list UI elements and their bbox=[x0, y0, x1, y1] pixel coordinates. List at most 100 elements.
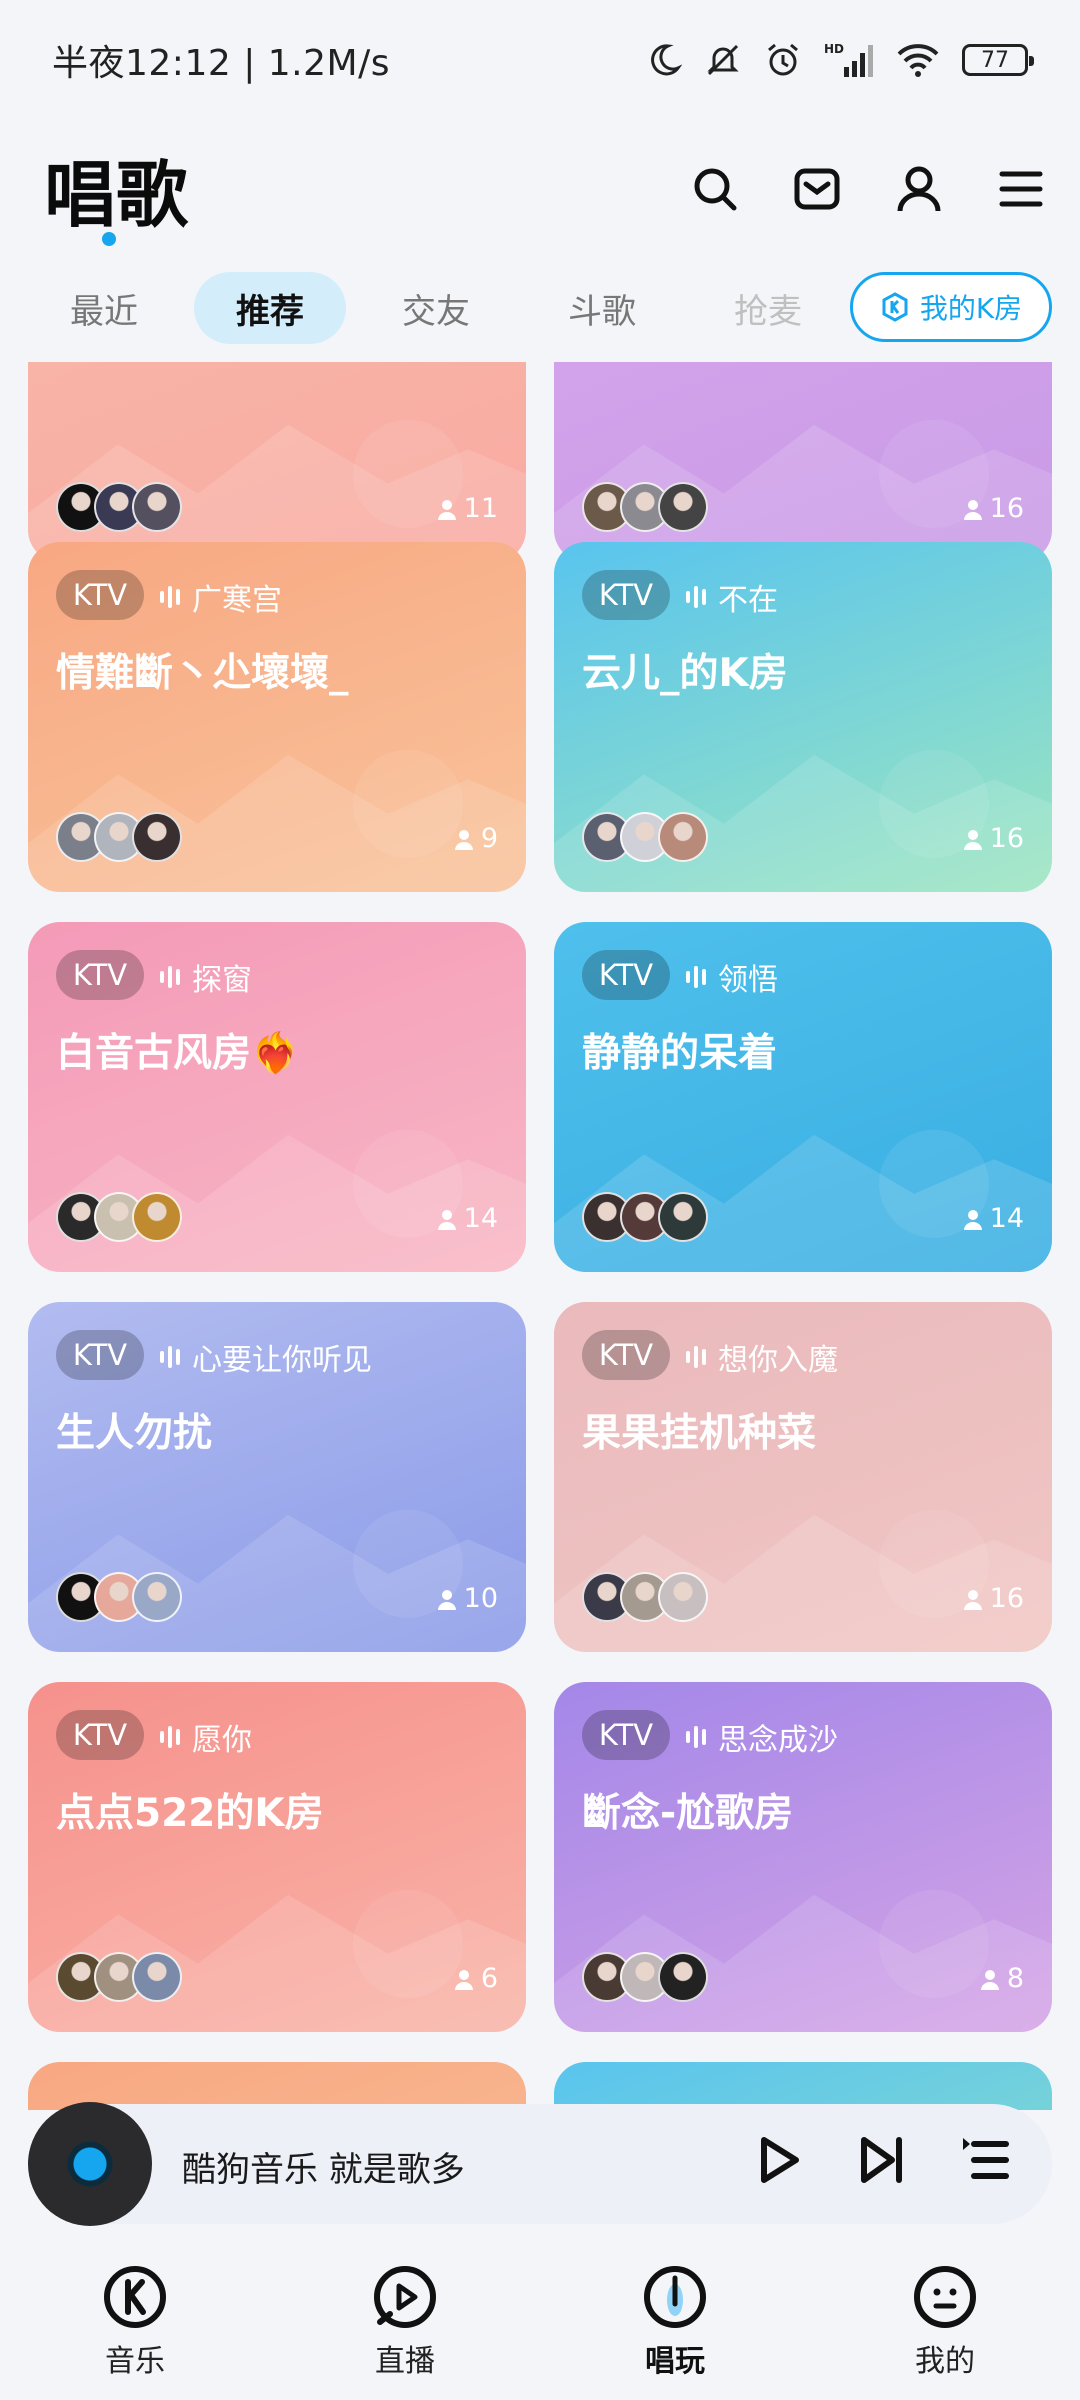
avatar bbox=[658, 482, 708, 532]
header-actions bbox=[690, 164, 1046, 214]
next-track-icon[interactable] bbox=[856, 2134, 908, 2186]
avatar bbox=[658, 1572, 708, 1622]
member-avatars bbox=[56, 1192, 182, 1242]
room-card[interactable]: KTV 探窗 白音古风房❤️‍🔥 14 bbox=[28, 922, 526, 1272]
battery-level: 77 bbox=[981, 47, 1009, 73]
album-disc[interactable] bbox=[28, 2102, 152, 2226]
svg-text:HD: HD bbox=[824, 42, 844, 56]
room-host-name: 心要让你听见 bbox=[192, 1343, 372, 1378]
member-count-value: 16 bbox=[989, 823, 1024, 854]
room-host: 广寒宫 bbox=[160, 575, 282, 619]
nav-me-label: 我的 bbox=[915, 2344, 975, 2379]
room-host: 心要让你听见 bbox=[160, 1335, 372, 1379]
member-count-value: 16 bbox=[989, 1583, 1024, 1614]
room-host-name: 愿你 bbox=[192, 1723, 252, 1758]
tab-grab-mic[interactable]: 抢麦 bbox=[692, 272, 844, 344]
live-icon bbox=[374, 2266, 436, 2328]
ktv-badge: KTV bbox=[56, 1710, 144, 1760]
room-card[interactable]: 11 bbox=[28, 362, 526, 562]
player-title: 酷狗音乐 就是歌多 bbox=[182, 2150, 465, 2190]
member-count: 9 bbox=[453, 823, 498, 854]
room-host-name: 广寒宫 bbox=[192, 583, 282, 618]
member-avatars bbox=[56, 1952, 182, 2002]
member-count: 11 bbox=[436, 493, 498, 524]
member-avatars bbox=[582, 482, 708, 532]
avatar bbox=[132, 1572, 182, 1622]
avatar bbox=[132, 1192, 182, 1242]
room-name: 果果挂机种菜 bbox=[582, 1411, 817, 1456]
avatar bbox=[658, 812, 708, 862]
audio-wave-icon bbox=[686, 1726, 706, 1748]
room-host-name: 想你入魔 bbox=[718, 1343, 838, 1378]
room-host: 探窗 bbox=[160, 955, 252, 999]
tab-battle[interactable]: 斗歌 bbox=[526, 272, 678, 344]
mini-player[interactable]: 酷狗音乐 就是歌多 bbox=[28, 2102, 1052, 2226]
member-count-value: 16 bbox=[989, 493, 1024, 524]
me-icon bbox=[914, 2266, 976, 2328]
nav-me[interactable]: 我的 bbox=[845, 2264, 1045, 2380]
user-icon[interactable] bbox=[894, 164, 944, 214]
moon-icon bbox=[651, 44, 682, 76]
room-name: 斷念-尬歌房 bbox=[582, 1791, 794, 1836]
nav-music-label: 音乐 bbox=[105, 2344, 165, 2379]
audio-wave-icon bbox=[686, 1346, 706, 1368]
room-name: 静静的呆着 bbox=[582, 1031, 778, 1076]
avatar bbox=[132, 812, 182, 862]
room-name: 生人勿扰 bbox=[56, 1411, 213, 1456]
battery-icon: 77 bbox=[962, 44, 1034, 76]
playlist-icon[interactable] bbox=[960, 2134, 1012, 2186]
nav-live[interactable]: 直播 bbox=[305, 2264, 505, 2380]
room-card[interactable]: KTV 思念成沙 斷念-尬歌房 8 bbox=[554, 1682, 1052, 2032]
room-card[interactable]: KTV 愿你点点522的K房 6 bbox=[28, 1682, 526, 2032]
tab-friends[interactable]: 交友 bbox=[360, 272, 512, 344]
player-controls bbox=[752, 2134, 1012, 2186]
tab-recommended[interactable]: 推荐 bbox=[194, 272, 346, 344]
room-card[interactable]: KTV 心要让你听见 生人勿扰 10 bbox=[28, 1302, 526, 1652]
member-avatars bbox=[582, 1192, 708, 1242]
avatar bbox=[132, 482, 182, 532]
room-card[interactable]: KTV 想你入魔果果挂机种菜 16 bbox=[554, 1302, 1052, 1652]
member-avatars bbox=[582, 812, 708, 862]
room-card[interactable] bbox=[554, 2062, 1052, 2110]
ktv-badge: KTV bbox=[582, 1330, 670, 1380]
person-icon bbox=[454, 829, 473, 850]
menu-icon[interactable] bbox=[996, 164, 1046, 214]
ktv-badge: KTV bbox=[56, 950, 144, 1000]
member-avatars bbox=[56, 812, 182, 862]
room-host: 愿你 bbox=[160, 1715, 252, 1759]
person-icon bbox=[437, 499, 456, 520]
alarm-icon bbox=[768, 43, 798, 76]
room-host-name: 领悟 bbox=[718, 963, 778, 998]
audio-wave-icon bbox=[160, 586, 180, 608]
room-card[interactable]: KTV 广寒宫 情難斷丶尐壞壞_ 9 bbox=[28, 542, 526, 892]
mail-icon[interactable] bbox=[792, 164, 842, 214]
member-avatars bbox=[56, 1572, 182, 1622]
ktv-badge: KTV bbox=[56, 570, 144, 620]
member-count-value: 6 bbox=[480, 1963, 498, 1994]
room-card[interactable]: KTV 不在 云儿_的K房 16 bbox=[554, 542, 1052, 892]
category-tabs: 最近 推荐 交友 斗歌 抢麦 我的K房 bbox=[0, 268, 1080, 348]
play-icon[interactable] bbox=[752, 2134, 804, 2186]
nav-sing[interactable]: 唱玩 bbox=[575, 2264, 775, 2380]
nav-music[interactable]: 音乐 bbox=[35, 2264, 235, 2380]
tab-recent[interactable]: 最近 bbox=[28, 272, 180, 344]
room-card[interactable]: KTV 领悟 静静的呆着 14 bbox=[554, 922, 1052, 1272]
room-name: 点点522的K房 bbox=[56, 1791, 324, 1836]
member-count: 6 bbox=[453, 1963, 498, 1994]
ktv-badge: KTV bbox=[582, 1710, 670, 1760]
bottom-nav: 音乐 直播 唱玩 我的 bbox=[0, 2240, 1080, 2400]
nav-live-label: 直播 bbox=[375, 2344, 435, 2379]
room-host: 想你入魔 bbox=[686, 1335, 838, 1379]
member-avatars bbox=[582, 1572, 708, 1622]
audio-wave-icon bbox=[686, 966, 706, 988]
member-count-value: 14 bbox=[989, 1203, 1024, 1234]
audio-wave-icon bbox=[160, 1346, 180, 1368]
search-icon[interactable] bbox=[690, 164, 740, 214]
my-k-room-button[interactable]: 我的K房 bbox=[850, 272, 1052, 342]
member-count: 14 bbox=[962, 1203, 1024, 1234]
person-icon bbox=[980, 1969, 999, 1990]
audio-wave-icon bbox=[686, 586, 706, 608]
room-card[interactable]: 16 bbox=[554, 362, 1052, 562]
room-name: 云儿_的K房 bbox=[582, 651, 788, 696]
my-k-room-label: 我的K房 bbox=[919, 292, 1023, 325]
